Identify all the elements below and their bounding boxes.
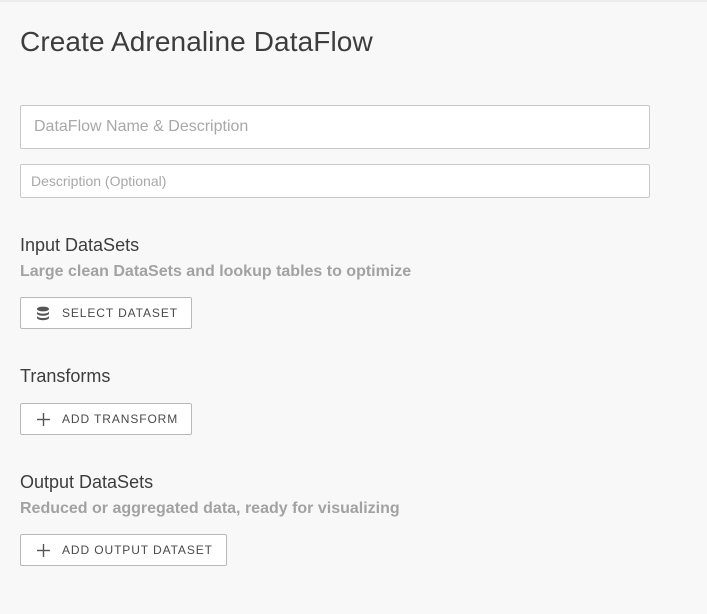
top-divider <box>0 0 707 2</box>
select-dataset-label: SELECT DATASET <box>62 306 178 320</box>
database-icon <box>36 306 50 320</box>
add-output-dataset-button[interactable]: ADD OUTPUT DATASET <box>20 534 227 566</box>
add-transform-label: ADD TRANSFORM <box>62 412 179 426</box>
page-title: Create Adrenaline DataFlow <box>20 26 373 57</box>
transforms-title: Transforms <box>20 366 111 386</box>
description-input[interactable] <box>20 164 650 198</box>
add-transform-button[interactable]: ADD TRANSFORM <box>20 403 193 435</box>
input-datasets-title: Input DataSets <box>20 235 140 255</box>
dataflow-name-input[interactable] <box>20 105 650 149</box>
output-datasets-subtitle: Reduced or aggregated data, ready for vi… <box>20 500 400 517</box>
output-datasets-title: Output DataSets <box>20 472 154 492</box>
input-datasets-subtitle: Large clean DataSets and lookup tables t… <box>20 263 412 280</box>
select-dataset-button[interactable]: SELECT DATASET <box>20 297 192 329</box>
add-output-dataset-label: ADD OUTPUT DATASET <box>62 543 213 557</box>
plus-icon <box>36 543 50 557</box>
plus-icon <box>36 412 50 426</box>
